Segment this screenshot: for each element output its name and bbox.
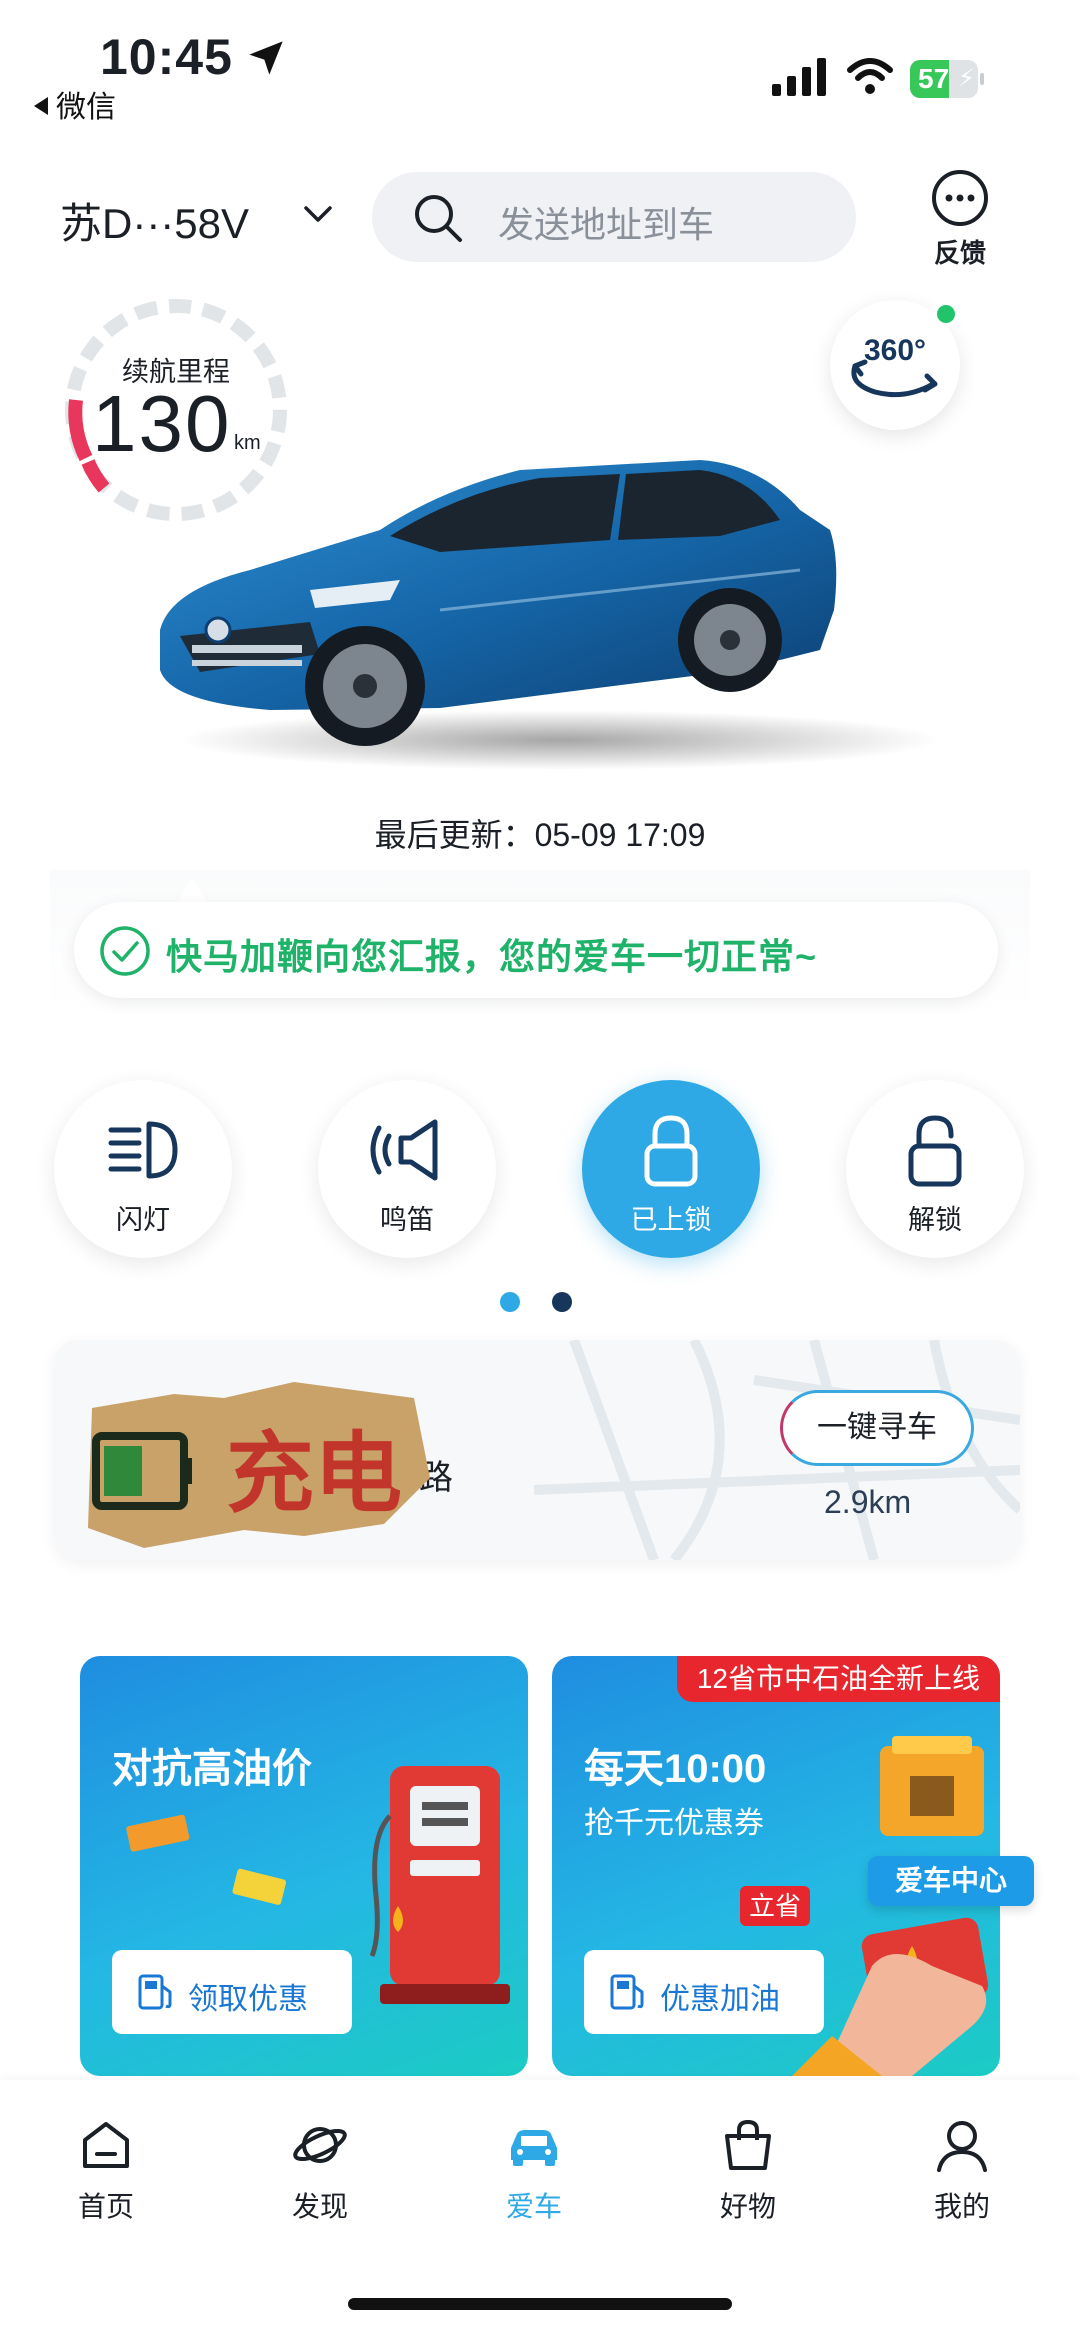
vehicle-plate-selector[interactable]: 苏D···58V [60, 190, 249, 251]
location-arrow-icon [249, 41, 283, 75]
feedback-label: 反馈 [933, 238, 986, 268]
lock-label: 已上锁 [630, 1205, 712, 1235]
tab-discover-label: 发现 [291, 2191, 348, 2222]
gas-station-icon [138, 1974, 172, 2010]
tab-car[interactable]: 爱车 [464, 2116, 604, 2236]
car-icon [511, 2130, 557, 2166]
promo-title: 对抗高油价 [112, 1747, 312, 1791]
send-address-search[interactable]: 发送地址到车 [372, 172, 856, 262]
find-car-button[interactable]: 一键寻车 [780, 1390, 974, 1466]
home-indicator[interactable] [348, 2298, 732, 2310]
horn-button[interactable]: 鸣笛 [318, 1080, 496, 1258]
search-icon [415, 195, 462, 242]
pager-dot-2[interactable] [552, 1292, 572, 1312]
unlock-button[interactable]: 解锁 [846, 1080, 1024, 1258]
view-360-button[interactable]: 360° [830, 300, 960, 430]
chat-bubble-icon [932, 170, 988, 226]
search-placeholder: 发送地址到车 [498, 204, 715, 245]
tab-profile[interactable]: 我的 [892, 2116, 1032, 2236]
tab-car-label: 爱车 [505, 2191, 562, 2222]
coupon-icon [126, 1814, 190, 1852]
status-time: 10:45 [100, 29, 233, 85]
view-360-label: 360° [864, 334, 926, 367]
promo-tag: 12省市中石油全新上线 [676, 1656, 1000, 1702]
car-center-floating-button[interactable]: 爱车中心 [868, 1856, 1034, 1906]
tab-home[interactable]: 首页 [36, 2116, 176, 2236]
lock-button[interactable]: 已上锁 [582, 1080, 760, 1258]
charging-sticker: 充电 [88, 1382, 430, 1548]
status-message: 快马加鞭向您汇报，您的爱车一切正常~ [74, 902, 998, 998]
coupon-icon [232, 1868, 287, 1905]
tab-shop[interactable]: 好物 [678, 2116, 818, 2236]
cellular-signal-icon [772, 58, 826, 96]
battery-indicator: 57 ⚡ [910, 60, 984, 98]
fuel-pump-icon [370, 1766, 510, 2004]
pager-dot-1[interactable] [500, 1292, 520, 1312]
back-to-wechat[interactable]: 微信 [34, 82, 116, 126]
vehicle-image [160, 460, 940, 770]
unlock-label: 解锁 [908, 1205, 962, 1235]
planet-icon [293, 2127, 347, 2163]
rotate-360-icon: 360° [851, 334, 938, 398]
promo-card-oil-price[interactable]: 对抗高油价 领取优惠 [80, 1656, 528, 2076]
claim-discount-button[interactable]: 领取优惠 [112, 1950, 352, 2034]
charging-bolt-icon: ⚡ [958, 65, 975, 92]
tab-home-label: 首页 [77, 2191, 134, 2222]
discount-fuel-label: 优惠加油 [660, 1983, 780, 2016]
feedback-button[interactable]: 反馈 [920, 168, 1000, 268]
headlight-icon [108, 1121, 178, 1179]
status-message-text: 快马加鞭向您汇报，您的爱车一切正常~ [166, 936, 818, 977]
gas-station-icon [610, 1974, 644, 2010]
message-tail [176, 878, 208, 904]
tab-discover[interactable]: 发现 [250, 2116, 390, 2236]
save-badge: 立省 [740, 1886, 810, 1926]
lock-icon [644, 1115, 698, 1187]
back-label: 微信 [56, 91, 116, 124]
status-bar: 10:45 微信 57 ⚡ [0, 0, 1080, 124]
horn-label: 鸣笛 [380, 1205, 434, 1235]
check-circle-icon [100, 926, 150, 976]
bag-icon [725, 2119, 771, 2170]
new-indicator-dot [934, 302, 958, 326]
tab-profile-label: 我的 [933, 2191, 990, 2222]
vehicle-distance: 2.9km [824, 1484, 912, 1520]
wifi-icon [847, 58, 893, 94]
discount-fuel-button[interactable]: 优惠加油 [584, 1950, 824, 2034]
battery-percent: 57 [918, 63, 950, 94]
unlock-icon [908, 1115, 962, 1187]
flash-lights-label: 闪灯 [116, 1205, 170, 1235]
back-arrow-icon [34, 97, 48, 115]
flash-lights-button[interactable]: 闪灯 [54, 1080, 232, 1258]
claim-discount-label: 领取优惠 [188, 1983, 308, 2016]
chevron-down-icon[interactable] [300, 200, 336, 230]
horn-icon [370, 1119, 438, 1181]
last-updated-text: 最后更新：05-09 17:09 [374, 817, 706, 853]
user-icon [937, 2121, 987, 2172]
sticker-text: 充电 [226, 1422, 402, 1525]
tab-shop-label: 好物 [719, 2191, 776, 2222]
home-icon [83, 2122, 129, 2168]
